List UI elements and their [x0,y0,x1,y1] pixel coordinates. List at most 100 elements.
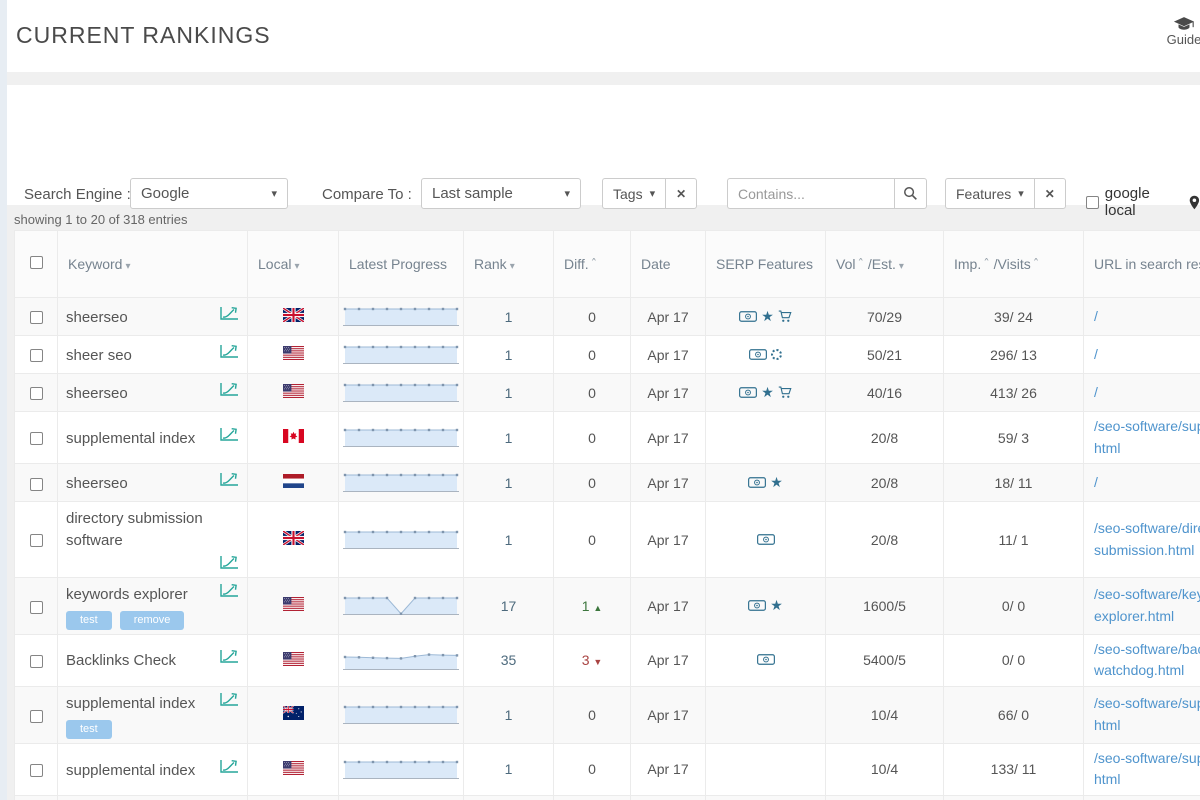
row-checkbox[interactable] [30,349,43,362]
imp-visits-value: 133/ 11 [944,743,1084,795]
search-icon [903,186,918,201]
table-row: sheerseo 1 0 Apr 17 ★ [15,374,1200,412]
imp-visits-value: 296/ 13 [944,336,1084,374]
url-link[interactable]: /seo-software/sup html [1094,418,1200,456]
rank-value: 1 [464,298,554,336]
serp-features: ★ [706,577,826,634]
star-icon: ★ [770,598,783,612]
line-chart-icon[interactable] [219,554,239,573]
select-all-checkbox[interactable] [30,256,43,269]
progress-sparkline [339,412,464,464]
tag-badge[interactable]: remove [120,611,185,630]
row-checkbox[interactable] [30,710,43,723]
url-link[interactable]: /seo-software/back watchdog.html [1094,641,1200,679]
vol-est-value: 10/4 [826,743,944,795]
row-checkbox[interactable] [30,534,43,547]
url-link[interactable]: / [1094,384,1098,400]
vol-est-value: 5400/5 [826,634,944,686]
url-link[interactable]: /seo-software/keyw explorer.html [1094,586,1200,624]
nl-flag-icon [283,475,304,491]
keyword-label: directory submission software [66,506,239,552]
search-engine-label: Search Engine : [24,186,131,203]
diff-column-header[interactable]: Diff.ˆ [554,231,631,298]
tag-badge[interactable]: test [66,611,112,630]
rank-value: 1 [464,502,554,578]
us-flag-icon [283,347,304,363]
money-icon [748,600,766,611]
rank-column-label: Rank [474,256,507,272]
features-clear-button[interactable]: ✕ [1034,178,1066,209]
url-link[interactable]: /seo-software/sup html [1094,750,1200,788]
compare-to-value: Last sample [432,185,513,202]
chevron-down-icon: ▾ [650,187,656,200]
line-chart-icon[interactable] [219,426,239,445]
tags-dropdown-button[interactable]: Tags ▾ [602,178,665,209]
line-chart-icon[interactable] [219,305,239,324]
line-chart-icon[interactable] [219,691,239,710]
serp-features-column-header: SERP Features [706,231,826,298]
us-flag-icon [283,653,304,669]
row-checkbox[interactable] [30,601,43,614]
row-checkbox[interactable] [30,387,43,400]
tags-clear-button[interactable]: ✕ [665,178,697,209]
imp-visits-value: 39/ 24 [944,298,1084,336]
imp-visits-column-header[interactable]: Imp.ˆ /Visitsˆ [944,231,1084,298]
close-icon: ✕ [676,187,686,201]
row-checkbox[interactable] [30,655,43,668]
url-column-header: URL in search results [1084,231,1200,298]
row-checkbox[interactable] [30,478,43,491]
imp-visits-value: 413/ 26 [944,374,1084,412]
keyword-label: keywords explorer [66,582,188,606]
line-chart-icon[interactable] [219,343,239,362]
close-icon: ✕ [1045,187,1055,201]
vol-est-column-header[interactable]: Volˆ /Est.▾ [826,231,944,298]
sort-caret-icon: ˆ [591,258,598,273]
serp-features [706,502,826,578]
tag-badge[interactable]: test [66,720,112,739]
line-chart-icon[interactable] [219,582,239,601]
money-icon [749,349,767,360]
sort-caret-icon: ˆ [1033,258,1040,273]
local-column-header[interactable]: Local▾ [248,231,339,298]
google-local-checkbox[interactable]: google local [1086,185,1200,219]
serp-features [706,412,826,464]
serp-features: ★ [706,464,826,502]
gb-flag-icon [283,532,304,548]
date-value: Apr 17 [631,634,706,686]
url-link[interactable]: / [1094,346,1098,362]
url-link[interactable]: /seo-software/sup html [1094,695,1200,733]
row-checkbox[interactable] [30,764,43,777]
url-link[interactable]: / [1094,308,1098,324]
select-all-header [15,231,58,298]
line-chart-icon[interactable] [219,648,239,667]
row-checkbox[interactable] [30,311,43,324]
star-icon: ★ [770,475,783,489]
url-link[interactable]: / [1094,474,1098,490]
compare-to-select[interactable]: Last sample ▾ [421,178,581,209]
row-checkbox[interactable] [30,432,43,445]
us-flag-icon [283,598,304,614]
line-chart-icon[interactable] [219,758,239,777]
search-button[interactable] [894,178,927,209]
search-engine-select[interactable]: Google ▾ [130,178,288,209]
local-column-label: Local [258,256,291,272]
checkbox[interactable] [1086,196,1099,209]
est-column-label: /Est. [868,256,896,272]
date-column-header[interactable]: Date [631,231,706,298]
google-local-label: google local [1105,185,1183,219]
au-flag-icon [283,707,304,723]
serp-column-label: SERP Features [716,256,813,272]
contains-search-input[interactable] [727,178,894,209]
diff-value: 0 [554,374,631,412]
features-dropdown-button[interactable]: Features ▾ [945,178,1034,209]
vol-est-value: 50/21 [826,336,944,374]
diff-value: 0 [554,336,631,374]
line-chart-icon[interactable] [219,471,239,490]
keyword-column-header[interactable]: Keyword▾ [58,231,248,298]
gb-flag-icon [283,309,304,325]
line-chart-icon[interactable] [219,381,239,400]
rank-column-header[interactable]: Rank▾ [464,231,554,298]
table-row: supplemental index 1 0 Apr 17 10/4 [15,743,1200,795]
url-link[interactable]: /seo-software/dire submission.html [1094,520,1200,558]
guide-link[interactable]: Guide [1152,16,1200,47]
